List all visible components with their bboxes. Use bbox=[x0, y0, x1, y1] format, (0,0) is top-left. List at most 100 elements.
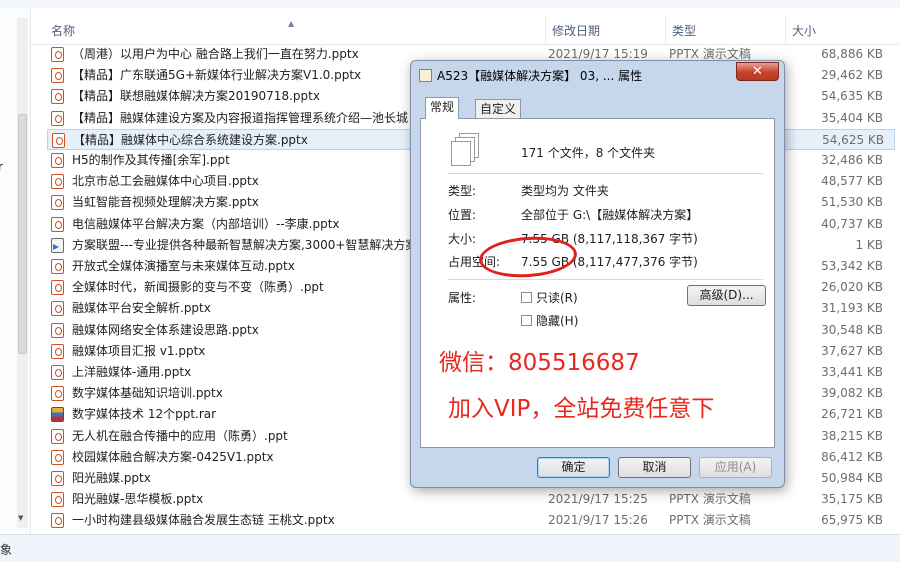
file-size: 33,441 KB bbox=[821, 365, 883, 379]
nav-scrollbar-thumb[interactable] bbox=[18, 114, 27, 354]
column-header-type[interactable]: 类型 bbox=[665, 16, 785, 44]
multiple-files-icon bbox=[451, 133, 479, 166]
column-header-date[interactable]: 修改日期 bbox=[545, 16, 665, 44]
file-name: 【精品】广东联通5G+新媒体行业解决方案V1.0.pptx bbox=[72, 68, 362, 83]
column-header-name[interactable]: 名称 bbox=[45, 16, 545, 44]
file-name: H5的制作及其传播[余军].ppt bbox=[72, 153, 230, 167]
nav-item-fragment[interactable]: r bbox=[0, 160, 3, 174]
file-name: 阳光融媒.pptx bbox=[72, 471, 151, 485]
file-name: 【精品】联想融媒体解决方案20190718.pptx bbox=[72, 89, 320, 104]
file-size: 54,635 KB bbox=[821, 89, 883, 104]
file-size: 30,548 KB bbox=[821, 322, 883, 337]
powerpoint-file-icon bbox=[51, 449, 64, 465]
powerpoint-file-icon bbox=[51, 195, 64, 211]
rar-archive-icon bbox=[51, 407, 64, 423]
file-date: 2021/9/17 15:25 bbox=[548, 492, 648, 507]
file-name: （周港）以用户为中心 融合路上我们一直在努力.pptx bbox=[72, 47, 359, 61]
dialog-title-bar: A523【融媒体解决方案】 03, ... 属性 bbox=[419, 67, 642, 85]
powerpoint-file-icon bbox=[52, 132, 65, 148]
file-name: 融媒体平台安全解析.pptx bbox=[72, 301, 211, 316]
file-size: 26,721 KB bbox=[821, 407, 883, 422]
file-name: 当虹智能音视频处理解决方案.pptx bbox=[72, 195, 259, 210]
file-name: 融媒体网络安全体系建设思路.pptx bbox=[72, 322, 259, 337]
status-bar: 象 bbox=[0, 534, 900, 562]
navigation-pane: r ▼ bbox=[0, 8, 31, 534]
scroll-down-icon[interactable]: ▼ bbox=[18, 514, 23, 522]
file-name: 数字媒体技术 12个ppt.rar bbox=[72, 407, 217, 422]
file-size: 48,577 KB bbox=[821, 174, 883, 189]
file-size: 54,625 KB bbox=[822, 132, 884, 147]
close-button[interactable]: ✕ bbox=[736, 62, 779, 81]
file-size: 29,462 KB bbox=[821, 68, 883, 83]
size-label: 大小: bbox=[448, 232, 477, 246]
file-name: 无人机在融合传播中的应用（陈勇）.ppt bbox=[72, 428, 288, 443]
cancel-button[interactable]: 取消 bbox=[618, 457, 691, 478]
powerpoint-file-icon bbox=[51, 471, 64, 486]
selection-summary: 171 个文件，8 个文件夹 bbox=[521, 146, 656, 160]
powerpoint-file-icon bbox=[51, 259, 64, 274]
powerpoint-file-icon bbox=[51, 110, 64, 126]
readonly-checkbox[interactable]: 只读(R) bbox=[521, 289, 578, 306]
promo-wechat: 微信：805516687 bbox=[439, 350, 640, 376]
file-properties-icon bbox=[419, 69, 432, 82]
properties-dialog: A523【融媒体解决方案】 03, ... 属性 ✕ 常规 自定义 171 个文… bbox=[410, 60, 785, 488]
file-name: 【精品】融媒体中心综合系统建设方案.pptx bbox=[73, 132, 308, 147]
powerpoint-file-icon bbox=[51, 301, 64, 317]
column-header-bar: ▲ 名称 修改日期 类型 大小 bbox=[31, 16, 900, 45]
file-size: 39,082 KB bbox=[821, 386, 883, 401]
file-name: 方案联盟---专业提供各种最新智慧解决方案,3000+智慧解决方案 bbox=[72, 237, 412, 252]
tab-custom[interactable]: 自定义 bbox=[475, 99, 522, 118]
column-header-size[interactable]: 大小 bbox=[785, 16, 900, 44]
file-size: 31,193 KB bbox=[821, 301, 883, 316]
file-size: 37,627 KB bbox=[821, 343, 883, 358]
status-text: 象 bbox=[0, 543, 13, 557]
file-name: 校园媒体融合解决方案-0425V1.pptx bbox=[72, 449, 274, 464]
powerpoint-file-icon bbox=[51, 47, 64, 62]
file-size: 86,412 KB bbox=[821, 449, 883, 464]
file-size: 40,737 KB bbox=[821, 216, 883, 231]
readonly-label: 只读(R) bbox=[536, 291, 578, 305]
ok-button[interactable]: 确定 bbox=[537, 457, 610, 478]
tab-general[interactable]: 常规 bbox=[425, 97, 460, 119]
powerpoint-file-icon bbox=[51, 365, 64, 380]
apply-button[interactable]: 应用(A) bbox=[699, 457, 772, 478]
dialog-title: A523【融媒体解决方案】 03, ... 属性 bbox=[437, 69, 643, 83]
checkbox-box[interactable] bbox=[521, 292, 532, 303]
file-size: 32,486 KB bbox=[821, 153, 883, 167]
powerpoint-file-icon bbox=[51, 89, 64, 105]
file-name: 阳光融媒-思华模板.pptx bbox=[72, 492, 204, 507]
powerpoint-file-icon bbox=[51, 153, 64, 168]
powerpoint-file-icon bbox=[51, 343, 64, 359]
file-type: PPTX 演示文稿 bbox=[669, 513, 751, 528]
powerpoint-file-icon bbox=[51, 513, 64, 529]
file-name: 全媒体时代，新闻摄影的变与不变（陈勇）.ppt bbox=[72, 280, 324, 295]
file-size: 26,020 KB bbox=[821, 280, 883, 295]
checkbox-box[interactable] bbox=[521, 315, 532, 326]
file-size: 68,886 KB bbox=[821, 47, 883, 61]
location-label: 位置: bbox=[448, 208, 477, 222]
type-value: 类型均为 文件夹 bbox=[521, 184, 609, 198]
file-name: 电信融媒体平台解决方案（内部培训）--李康.pptx bbox=[72, 216, 340, 231]
powerpoint-file-icon bbox=[51, 174, 64, 190]
divider bbox=[448, 279, 763, 280]
powerpoint-file-icon bbox=[51, 280, 64, 296]
hidden-label: 隐藏(H) bbox=[536, 314, 579, 328]
file-name: 数字媒体基础知识培训.pptx bbox=[72, 386, 223, 401]
file-name: 【精品】融媒体建设方案及内容报道指挥管理系统介绍—池长城 bbox=[72, 110, 409, 125]
file-size: 38,215 KB bbox=[821, 428, 883, 443]
file-row[interactable]: 一小时构建县级媒体融合发展生态链 王桃文.pptx 2021/9/17 15:26… bbox=[47, 510, 895, 531]
powerpoint-file-icon bbox=[51, 216, 64, 232]
type-label: 类型: bbox=[448, 184, 477, 198]
powerpoint-file-icon bbox=[51, 68, 64, 84]
advanced-button[interactable]: 高级(D)... bbox=[687, 285, 766, 306]
file-row[interactable]: 阳光融媒-思华模板.pptx 2021/9/17 15:25 PPTX 演示文稿 35… bbox=[47, 489, 895, 510]
file-size: 53,342 KB bbox=[821, 259, 883, 273]
file-name: 开放式全媒体演播室与未来媒体互动.pptx bbox=[72, 259, 295, 273]
divider bbox=[448, 173, 763, 174]
powerpoint-file-icon bbox=[51, 428, 64, 444]
file-size: 51,530 KB bbox=[821, 195, 883, 210]
nav-scrollbar[interactable]: ▼ bbox=[17, 18, 28, 528]
file-size: 35,404 KB bbox=[821, 110, 883, 125]
hidden-checkbox[interactable]: 隐藏(H) bbox=[521, 312, 578, 329]
file-name: 上洋融媒体-通用.pptx bbox=[72, 365, 192, 379]
